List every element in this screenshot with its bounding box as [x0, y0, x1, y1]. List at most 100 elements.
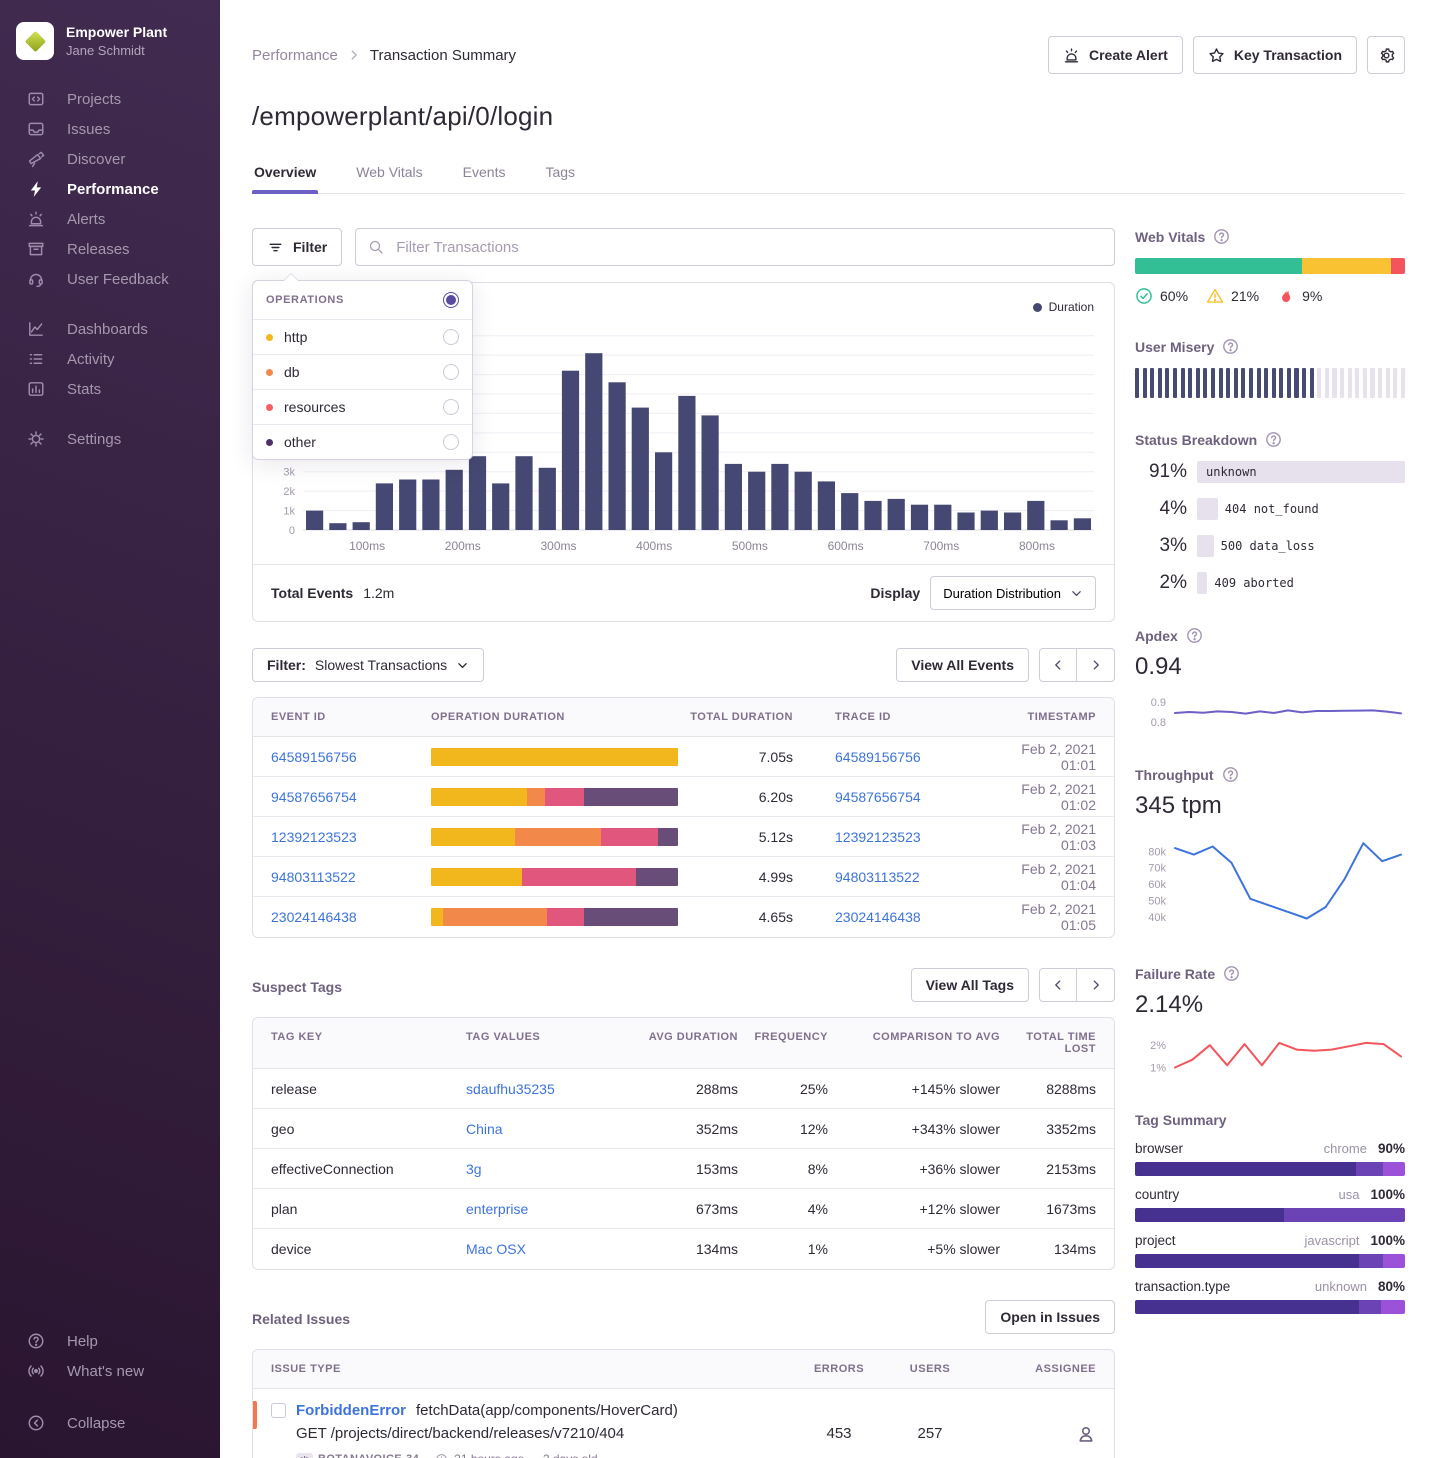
tag-value-link[interactable]: sdaufhu35235: [466, 1081, 638, 1097]
tab-overview[interactable]: Overview: [252, 154, 318, 193]
user-misery-panel: User Misery: [1135, 338, 1405, 398]
question-circle-icon[interactable]: [1186, 627, 1203, 644]
tag-summary-value: usa: [1339, 1187, 1360, 1202]
trace-id-link[interactable]: 12392123523: [835, 829, 985, 845]
misery-segment: [1393, 368, 1397, 398]
sidebar-item-what-s-new[interactable]: What's new: [0, 1356, 220, 1386]
sidebar-item-projects[interactable]: Projects: [0, 84, 220, 114]
view-all-tags-button[interactable]: View All Tags: [911, 968, 1029, 1002]
tag-value-link[interactable]: Mac OSX: [466, 1241, 638, 1257]
total-events-value: 1.2m: [363, 585, 394, 601]
event-id-link[interactable]: 64589156756: [271, 749, 431, 765]
sidebar-item-alerts[interactable]: Alerts: [0, 204, 220, 234]
chevron-left-icon: [1051, 978, 1065, 992]
sidebar-item-issues[interactable]: Issues: [0, 114, 220, 144]
svg-text:50k: 50k: [1148, 896, 1166, 908]
sidebar-item-settings[interactable]: Settings: [0, 424, 220, 454]
operation-option-db[interactable]: db: [253, 354, 472, 389]
sidebar-item-releases[interactable]: Releases: [0, 234, 220, 264]
tag-key: effectiveConnection: [271, 1161, 466, 1177]
misery-segment: [1165, 368, 1169, 398]
misery-segment: [1332, 368, 1336, 398]
event-id-link[interactable]: 94803113522: [271, 869, 431, 885]
question-circle-icon[interactable]: [1265, 431, 1282, 448]
total-duration: 5.12s: [681, 829, 793, 845]
settings-gear-button[interactable]: [1367, 36, 1405, 74]
next-page-button[interactable]: [1077, 968, 1115, 1002]
sidebar-item-discover[interactable]: Discover: [0, 144, 220, 174]
prev-page-button[interactable]: [1039, 648, 1077, 682]
create-alert-button[interactable]: Create Alert: [1048, 36, 1183, 74]
event-id-link[interactable]: 12392123523: [271, 829, 431, 845]
issue-type-link[interactable]: ForbiddenError: [296, 1402, 406, 1419]
misery-segment: [1219, 368, 1223, 398]
user-misery-bar: [1135, 368, 1405, 398]
svg-text:400ms: 400ms: [636, 539, 672, 553]
misery-segment: [1143, 368, 1147, 398]
question-circle-icon[interactable]: [1222, 766, 1239, 783]
sidebar-item-help[interactable]: Help: [0, 1326, 220, 1356]
operation-label: other: [284, 434, 316, 450]
next-page-button[interactable]: [1077, 648, 1115, 682]
view-all-events-button[interactable]: View All Events: [896, 648, 1029, 682]
assignee-user-icon[interactable]: [1076, 1424, 1096, 1444]
question-circle-icon[interactable]: [1223, 965, 1240, 982]
tag-summary-percent: 100%: [1370, 1187, 1405, 1202]
user-misery-title: User Misery: [1135, 339, 1214, 355]
sidebar-item-dashboards[interactable]: Dashboards: [0, 314, 220, 344]
tab-web-vitals[interactable]: Web Vitals: [354, 154, 424, 193]
trace-id-link[interactable]: 94587656754: [835, 789, 985, 805]
operations-all-radio[interactable]: [443, 292, 459, 308]
operations-dropdown-header: OPERATIONS: [253, 281, 472, 319]
event-id-link[interactable]: 94587656754: [271, 789, 431, 805]
question-circle-icon[interactable]: [1222, 338, 1239, 355]
display-select[interactable]: Duration Distribution: [930, 576, 1096, 610]
op-segment-other: [584, 908, 678, 926]
sidebar-item-user-feedback[interactable]: User Feedback: [0, 264, 220, 294]
operation-radio[interactable]: [443, 399, 459, 415]
prev-page-button[interactable]: [1039, 968, 1077, 1002]
filter-button[interactable]: Filter: [252, 228, 342, 266]
tag-value-link[interactable]: 3g: [466, 1161, 638, 1177]
tag-value-link[interactable]: enterprise: [466, 1201, 638, 1217]
tag-summary-segment: [1359, 1254, 1383, 1268]
operation-radio[interactable]: [443, 329, 459, 345]
sidebar-item-performance[interactable]: Performance: [0, 174, 220, 204]
dashboards-icon: [27, 320, 45, 338]
web-vitals-bar: [1135, 258, 1405, 274]
total-time-lost: 2153ms: [1000, 1161, 1096, 1177]
trace-id-link[interactable]: 64589156756: [835, 749, 985, 765]
search-input[interactable]: [394, 238, 1102, 257]
open-in-issues-button[interactable]: Open in Issues: [985, 1300, 1115, 1334]
org-switcher[interactable]: Empower Plant Jane Schmidt: [0, 14, 220, 84]
operation-duration-bar: [431, 868, 678, 886]
tab-events[interactable]: Events: [461, 154, 508, 193]
trace-id-link[interactable]: 23024146438: [835, 909, 985, 925]
misery-segment: [1188, 368, 1192, 398]
page-title: /empowerplant/api/0/login: [252, 101, 1405, 132]
suspect-tags-table: TAG KEYTAG VALUESAVG DURATIONFREQUENCYCO…: [252, 1017, 1115, 1270]
question-circle-icon[interactable]: [1213, 228, 1230, 245]
tab-tags[interactable]: Tags: [543, 154, 577, 193]
sidebar-item-stats[interactable]: Stats: [0, 374, 220, 404]
trace-id-link[interactable]: 94803113522: [835, 869, 985, 885]
operations-dropdown: OPERATIONS http db resources other: [252, 280, 473, 460]
apdex-value: 0.94: [1135, 653, 1405, 681]
operation-radio[interactable]: [443, 434, 459, 450]
releases-icon: [27, 240, 45, 258]
breadcrumb-performance[interactable]: Performance: [252, 47, 338, 64]
events-filter-select[interactable]: Filter: Slowest Transactions: [252, 648, 484, 682]
operation-radio[interactable]: [443, 364, 459, 380]
related-issues-table: ISSUE TYPEERRORSUSERSASSIGNEE ForbiddenE…: [252, 1349, 1115, 1458]
sidebar-item-collapse[interactable]: Collapse: [0, 1408, 220, 1438]
operation-option-resources[interactable]: resources: [253, 389, 472, 424]
event-id-link[interactable]: 23024146438: [271, 909, 431, 925]
settings-icon: [27, 430, 45, 448]
operation-option-other[interactable]: other: [253, 424, 472, 459]
key-transaction-button[interactable]: Key Transaction: [1193, 36, 1357, 74]
issues-icon: [27, 120, 45, 138]
sidebar-item-activity[interactable]: Activity: [0, 344, 220, 374]
operation-option-http[interactable]: http: [253, 319, 472, 354]
issue-checkbox[interactable]: [271, 1403, 286, 1418]
tag-value-link[interactable]: China: [466, 1121, 638, 1137]
